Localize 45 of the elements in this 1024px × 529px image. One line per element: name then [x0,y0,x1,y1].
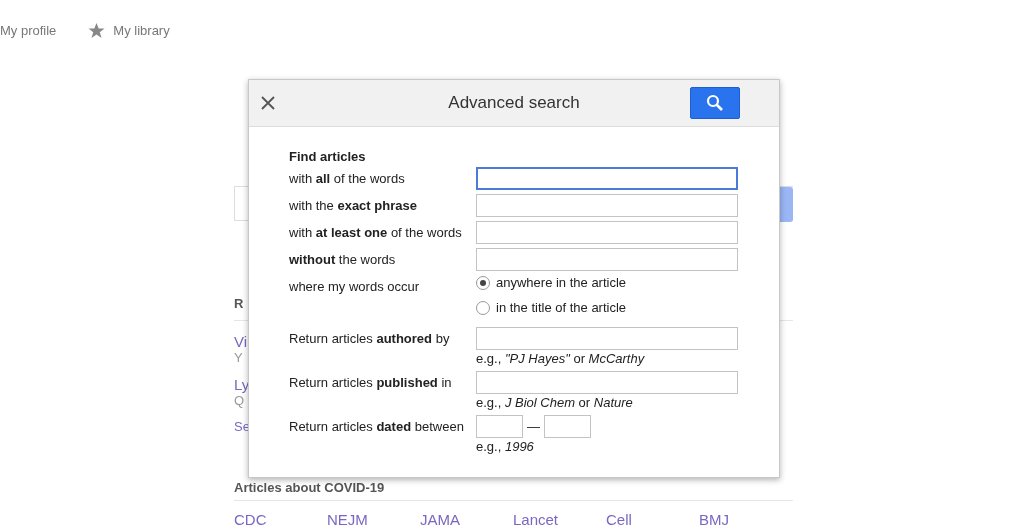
source-link[interactable]: BMJ [699,511,729,528]
input-field[interactable] [544,415,591,438]
result-meta: Q [234,393,245,408]
radio-label: anywhere in the article [496,274,627,292]
source-link[interactable]: Lancet [513,511,559,528]
dialog-title: Advanced search [448,93,580,113]
input-field[interactable] [476,371,738,394]
star-icon [88,23,106,39]
input-field[interactable] [476,415,523,438]
radio-button[interactable] [476,300,490,315]
source-link[interactable]: CDC [234,511,267,528]
hint-text: e.g., 1996 [476,439,534,454]
radio-label: in the title of the article [496,299,627,317]
input-field[interactable] [476,221,738,244]
close-button[interactable] [260,95,276,111]
result-title-link[interactable]: Ly [234,376,250,393]
field-label: without the words [289,251,396,269]
input-field[interactable] [476,248,738,271]
radio-button[interactable] [476,275,490,290]
nav-link[interactable]: My library [113,22,170,40]
source-link[interactable]: NEJM [327,511,368,528]
field-label: Return articles dated between [289,418,464,436]
source-link[interactable]: Cell [606,511,632,528]
field-label: with at least one of the words [289,224,462,242]
field-label: with the exact phrase [289,197,417,215]
result-title-link[interactable]: Vi [234,333,248,350]
nav-link[interactable]: My profile [0,22,57,40]
input-field[interactable] [476,167,738,190]
field-label: Return articles published in [289,374,452,392]
section-heading: Find articles [289,149,367,165]
close-icon [260,95,276,111]
search-icon [706,94,724,112]
section-heading: Articles about COVID-19 [234,480,385,495]
range-separator: — [527,419,540,434]
field-label: where my words occur [289,278,420,296]
section-heading: R [234,296,244,311]
hint-text: e.g., J Biol Chem or Nature [476,395,633,410]
input-field[interactable] [476,327,738,350]
field-label: with all of the words [289,170,405,188]
hint-text: e.g., "PJ Hayes" or McCarthy [476,351,645,366]
source-link[interactable]: JAMA [420,511,460,528]
search-button[interactable] [690,87,740,119]
input-field[interactable] [476,194,738,217]
field-label: Return articles authored by [289,330,450,348]
result-meta: Y [234,350,243,365]
